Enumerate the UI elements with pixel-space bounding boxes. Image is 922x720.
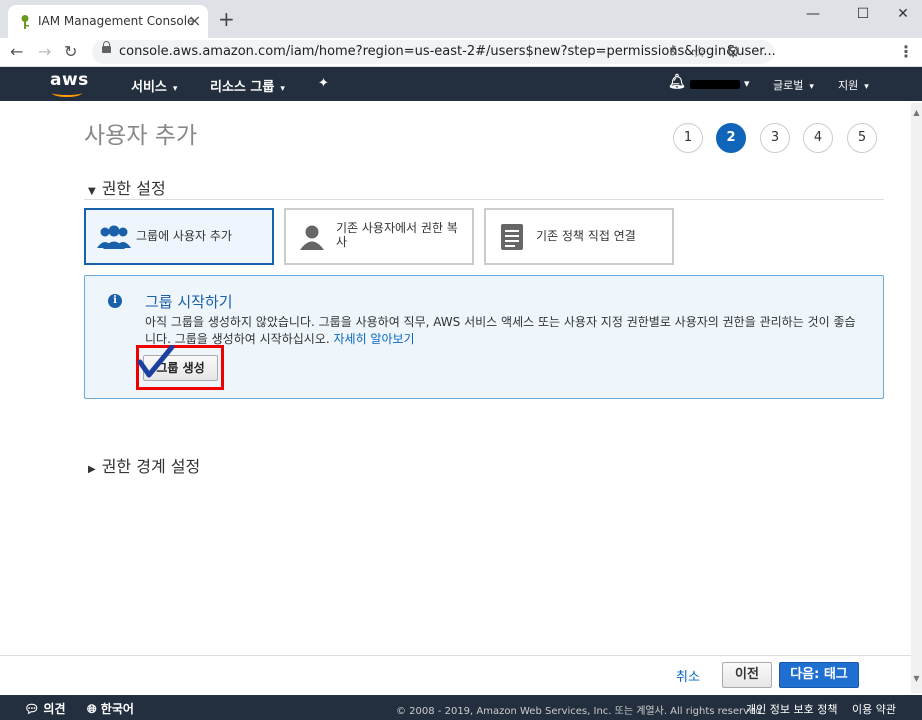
info-text: 아직 그룹을 생성하지 않았습니다. 그룹을 사용하여 직무, AWS 서비스 … bbox=[145, 315, 856, 346]
bookmark-star-icon[interactable]: ☆ bbox=[692, 42, 706, 61]
account-name-redacted[interactable] bbox=[690, 80, 740, 89]
option-label: 기존 정책 직접 연결 bbox=[536, 229, 636, 243]
bell-icon[interactable]: 🔔︎ bbox=[668, 74, 686, 90]
browser-menu-icon[interactable]: ⋮ bbox=[898, 42, 914, 61]
language-selector[interactable]: 🌐︎ 한국어 bbox=[87, 700, 134, 717]
document-icon bbox=[501, 224, 523, 250]
scroll-down-icon[interactable]: ▼ bbox=[911, 674, 922, 683]
scrollbar[interactable] bbox=[911, 103, 922, 693]
close-window-icon[interactable]: ✕ bbox=[880, 3, 922, 27]
reload-icon[interactable]: ↻ bbox=[64, 42, 77, 61]
wizard-action-bar: 취소 이전 다음: 태그 bbox=[0, 655, 911, 696]
new-tab-icon[interactable]: + bbox=[218, 9, 235, 29]
learn-more-link[interactable]: 자세히 알아보기 bbox=[334, 332, 415, 346]
chevron-down-icon: ▾ bbox=[172, 84, 178, 94]
address-bar: ← → ↻ console.aws.amazon.com/iam/home?re… bbox=[0, 38, 922, 67]
section-divider bbox=[84, 199, 884, 200]
terms-of-use-link[interactable]: 이용 약관 bbox=[852, 701, 896, 717]
chevron-down-icon: ▾ bbox=[809, 82, 814, 92]
back-icon[interactable]: ← bbox=[10, 42, 23, 61]
region-menu[interactable]: 글로벌 ▾ bbox=[773, 77, 814, 93]
browser-tab[interactable]: IAM Management Console × bbox=[8, 5, 208, 38]
iam-key-icon bbox=[21, 15, 29, 29]
chevron-down-icon: ▾ bbox=[864, 82, 869, 92]
copyright-text: © 2008 - 2019, Amazon Web Services, Inc.… bbox=[396, 706, 765, 717]
key-icon[interactable]: ⚷ bbox=[668, 43, 678, 58]
pin-icon[interactable]: ✦ bbox=[318, 76, 329, 91]
chat-bubble-icon: 💬︎ bbox=[24, 702, 44, 716]
users-group-icon bbox=[97, 225, 131, 249]
permissions-boundary-toggle[interactable]: ▶ 권한 경계 설정 bbox=[88, 453, 200, 477]
lock-icon bbox=[102, 41, 111, 53]
step-3[interactable]: 3 bbox=[760, 123, 790, 153]
option-copy-permissions[interactable]: 기존 사용자에서 권한 복사 bbox=[284, 208, 474, 265]
user-icon bbox=[300, 225, 324, 250]
globe-icon: 🌐︎ bbox=[87, 702, 101, 716]
info-icon: i bbox=[108, 294, 122, 308]
checkmark-icon bbox=[137, 345, 175, 378]
permissions-section-toggle[interactable]: ▼ 권한 설정 bbox=[88, 175, 166, 199]
aws-logo[interactable]: aws bbox=[50, 70, 89, 90]
resource-groups-menu[interactable]: 리소스 그룹 ▾ bbox=[210, 76, 285, 95]
scroll-up-icon[interactable]: ▲ bbox=[911, 108, 922, 117]
cancel-link[interactable]: 취소 bbox=[676, 666, 700, 685]
step-4[interactable]: 4 bbox=[803, 123, 833, 153]
minimize-icon[interactable]: — bbox=[790, 3, 836, 27]
privacy-policy-link[interactable]: 개인 정보 보호 정책 bbox=[746, 701, 837, 717]
page-title: 사용자 추가 bbox=[84, 123, 198, 149]
step-5[interactable]: 5 bbox=[847, 123, 877, 153]
step-1[interactable]: 1 bbox=[673, 123, 703, 153]
step-2[interactable]: 2 bbox=[716, 123, 746, 153]
option-add-to-group[interactable]: 그룹에 사용자 추가 bbox=[84, 208, 274, 265]
caret-down-icon: ▼ bbox=[88, 186, 96, 197]
aws-smile-logo bbox=[52, 89, 82, 97]
forward-icon[interactable]: → bbox=[38, 42, 51, 61]
browser-tab-strip: IAM Management Console × + — ☐ ✕ bbox=[0, 0, 922, 38]
account-chevron-icon[interactable]: ▾ bbox=[744, 77, 750, 90]
feedback-button[interactable]: 💬︎ 의견 bbox=[24, 700, 66, 717]
services-menu[interactable]: 서비스 ▾ bbox=[131, 76, 177, 95]
support-menu[interactable]: 지원 ▾ bbox=[838, 77, 869, 93]
console-footer: 💬︎ 의견 🌐︎ 한국어 © 2008 - 2019, Amazon Web S… bbox=[0, 695, 922, 720]
next-tags-button[interactable]: 다음: 태그 bbox=[779, 662, 859, 688]
option-attach-policy[interactable]: 기존 정책 직접 연결 bbox=[484, 208, 674, 265]
info-title: 그룹 시작하기 bbox=[145, 293, 233, 311]
browser-tab-title: IAM Management Console bbox=[38, 14, 195, 28]
close-tab-icon[interactable]: × bbox=[188, 11, 201, 30]
previous-button[interactable]: 이전 bbox=[722, 662, 772, 688]
option-label: 그룹에 사용자 추가 bbox=[136, 229, 232, 243]
extension-icon[interactable]: ⚙ bbox=[726, 42, 740, 61]
aws-top-nav: aws 서비스 ▾ 리소스 그룹 ▾ ✦ 🔔︎ ▾ 글로벌 ▾ 지원 ▾ bbox=[0, 67, 922, 101]
caret-right-icon: ▶ bbox=[88, 464, 96, 475]
chevron-down-icon: ▾ bbox=[280, 84, 285, 94]
option-label: 기존 사용자에서 권한 복사 bbox=[336, 221, 458, 249]
